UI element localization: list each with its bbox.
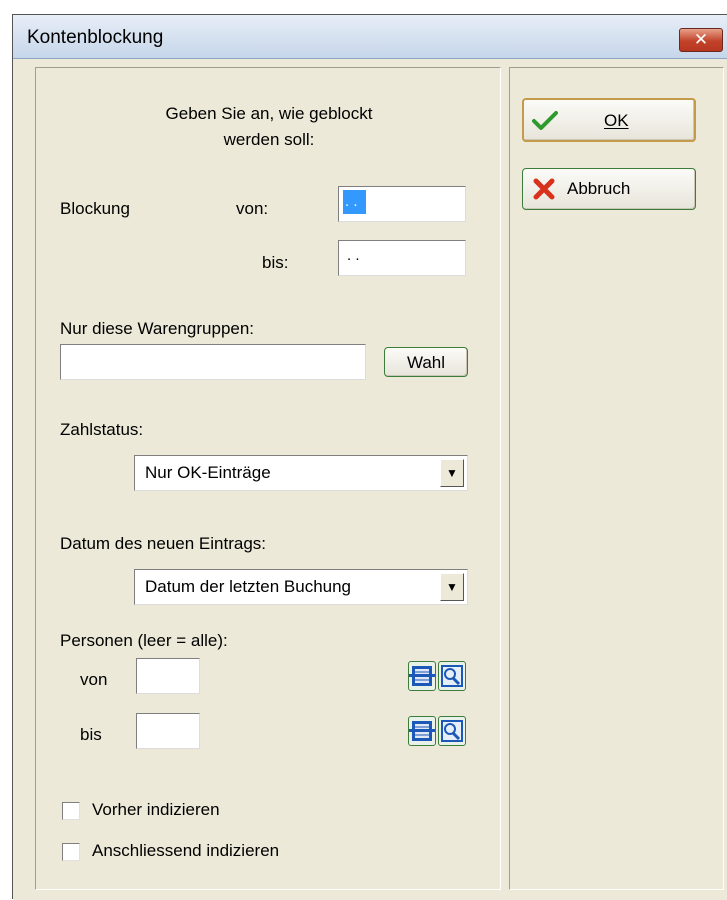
button-panel: OK Abbruch <box>509 67 724 890</box>
blockung-von-input[interactable]: . . <box>338 186 466 222</box>
warengruppen-label: Nur diese Warengruppen: <box>60 319 255 338</box>
ok-button-label: OK <box>604 111 629 130</box>
datum-label: Datum des neuen Eintrags: <box>60 534 267 553</box>
cancel-button-label: Abbruch <box>567 179 631 198</box>
magnifier-icon <box>441 665 463 687</box>
close-icon: ✕ <box>693 30 709 49</box>
title-bar: Kontenblockung ✕ <box>13 15 727 59</box>
intro-line-2: werden soll: <box>223 130 315 149</box>
intro-line-1: Geben Sie an, wie geblockt <box>165 104 373 123</box>
zahlstatus-value: Nur OK-Einträge <box>145 463 271 482</box>
vorher-checkbox[interactable] <box>62 802 80 820</box>
dialog-client: Geben Sie an, wie geblockt werden soll: … <box>13 59 727 900</box>
zahlstatus-select[interactable]: Nur OK-Einträge ▼ <box>134 455 468 491</box>
blockung-bis-label: bis: <box>262 253 289 272</box>
datum-select[interactable]: Datum der letzten Buchung ▼ <box>134 569 468 605</box>
anschliessend-checkbox[interactable] <box>62 843 80 861</box>
check-icon <box>532 111 558 130</box>
cross-icon <box>533 178 555 200</box>
list-icon <box>409 721 435 741</box>
personen-bis-label: bis <box>80 725 102 744</box>
personen-label: Personen (leer = alle): <box>60 631 228 650</box>
magnifier-icon <box>441 720 463 742</box>
zahlstatus-label: Zahlstatus: <box>60 420 144 439</box>
close-button[interactable]: ✕ <box>679 28 723 52</box>
personen-von-search-button[interactable] <box>438 661 466 691</box>
blockung-label: Blockung <box>60 199 130 218</box>
personen-von-list-button[interactable] <box>408 661 436 691</box>
personen-bis-input[interactable] <box>136 713 200 749</box>
personen-bis-search-button[interactable] <box>438 716 466 746</box>
blockung-bis-input[interactable]: . . <box>338 240 466 276</box>
chevron-down-icon[interactable]: ▼ <box>440 459 464 487</box>
list-icon <box>409 666 435 686</box>
blockung-von-value: . . <box>343 190 366 214</box>
anschliessend-label: Anschliessend indizieren <box>92 841 280 860</box>
personen-von-input[interactable] <box>136 658 200 694</box>
datum-value: Datum der letzten Buchung <box>145 577 352 596</box>
cancel-button[interactable]: Abbruch <box>522 168 696 210</box>
wahl-button[interactable]: Wahl <box>384 347 468 377</box>
window-title: Kontenblockung <box>27 27 164 48</box>
personen-bis-list-button[interactable] <box>408 716 436 746</box>
wahl-button-label: Wahl <box>406 353 446 372</box>
warengruppen-input[interactable] <box>60 344 366 380</box>
ok-button[interactable]: OK <box>522 98 696 142</box>
blockung-von-label: von: <box>236 199 269 218</box>
chevron-down-icon[interactable]: ▼ <box>440 573 464 601</box>
dialog-window: Kontenblockung ✕ Geben Sie an, wie geblo… <box>12 14 727 900</box>
personen-von-label: von <box>80 670 108 689</box>
vorher-label: Vorher indizieren <box>92 800 220 819</box>
options-panel: Geben Sie an, wie geblockt werden soll: … <box>35 67 501 890</box>
